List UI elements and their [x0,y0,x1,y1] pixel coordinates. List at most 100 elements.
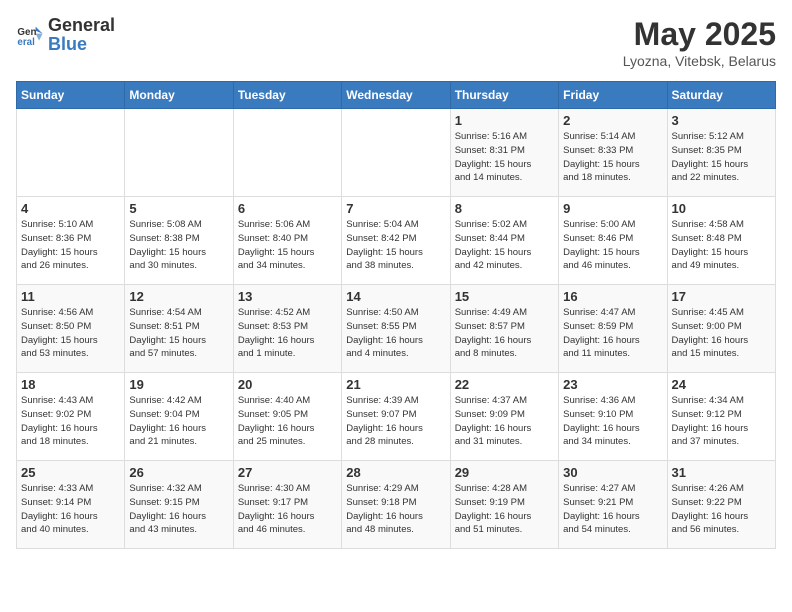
day-info-line: Sunrise: 5:02 AM [455,219,527,230]
day-info-line: Sunset: 8:51 PM [129,321,199,332]
day-info-line: Sunrise: 4:28 AM [455,483,527,494]
day-info-line: Daylight: 15 hours [672,159,749,170]
day-info-line: and 11 minutes. [563,348,630,359]
calendar-week-row: 18 Sunrise: 4:43 AMSunset: 9:02 PMDayligh… [17,373,776,461]
day-number: 11 [21,289,120,304]
day-info-line: Sunset: 8:33 PM [563,145,633,156]
calendar-day-cell: 3Sunrise: 5:12 AMSunset: 8:35 PMDaylight… [667,109,775,197]
day-number: 30 [563,465,662,480]
day-info: Sunrise: 5:08 AMSunset: 8:38 PMDaylight:… [129,218,228,273]
day-info-line: Daylight: 16 hours [455,335,532,346]
calendar-day-cell: 17Sunrise: 4:45 AMSunset: 9:00 PMDayligh… [667,285,775,373]
day-info-line: and 34 minutes. [563,436,631,447]
day-info-line: Daylight: 15 hours [21,247,98,258]
day-number: 18 [21,377,120,392]
day-info-line: Daylight: 15 hours [455,159,532,170]
weekday-header-saturday: Saturday [667,82,775,109]
day-info-line: and 54 minutes. [563,524,631,535]
day-number: 7 [346,201,445,216]
day-info-line: Daylight: 16 hours [21,423,98,434]
calendar-day-cell: 12Sunrise: 4:54 AMSunset: 8:51 PMDayligh… [125,285,233,373]
day-info-line: and 18 minutes. [563,172,631,183]
calendar-day-cell: 9Sunrise: 5:00 AMSunset: 8:46 PMDaylight… [559,197,667,285]
day-info-line: and 48 minutes. [346,524,414,535]
day-info-line: Sunrise: 4:43 AM [21,395,93,406]
calendar-day-cell: 4Sunrise: 5:10 AMSunset: 8:36 PMDaylight… [17,197,125,285]
month-year-heading: May 2025 [623,16,776,53]
day-info-line: Sunset: 8:55 PM [346,321,416,332]
day-info-line: Daylight: 16 hours [238,423,315,434]
title-block: May 2025 Lyozna, Vitebsk, Belarus [623,16,776,69]
day-info-line: Sunrise: 4:36 AM [563,395,635,406]
day-info-line: Sunrise: 4:33 AM [21,483,93,494]
day-info-line: and 46 minutes. [238,524,306,535]
day-info-line: and 22 minutes. [672,172,740,183]
calendar-day-cell: 11Sunrise: 4:56 AMSunset: 8:50 PMDayligh… [17,285,125,373]
day-info-line: Sunset: 9:14 PM [21,497,91,508]
calendar-day-cell: 30Sunrise: 4:27 AMSunset: 9:21 PMDayligh… [559,461,667,549]
day-number: 5 [129,201,228,216]
day-info-line: Sunset: 8:44 PM [455,233,525,244]
day-info-line: Daylight: 15 hours [238,247,315,258]
day-info: Sunrise: 5:12 AMSunset: 8:35 PMDaylight:… [672,130,771,185]
day-info: Sunrise: 4:52 AMSunset: 8:53 PMDaylight:… [238,306,337,361]
day-number: 28 [346,465,445,480]
day-number: 13 [238,289,337,304]
calendar-day-cell: 20Sunrise: 4:40 AMSunset: 9:05 PMDayligh… [233,373,341,461]
day-number: 27 [238,465,337,480]
weekday-header-sunday: Sunday [17,82,125,109]
day-info-line: and 1 minute. [238,348,296,359]
day-info-line: Sunrise: 5:16 AM [455,131,527,142]
day-info-line: and 25 minutes. [238,436,306,447]
day-info-line: Sunset: 9:04 PM [129,409,199,420]
day-info-line: and 46 minutes. [563,260,631,271]
day-info-line: Daylight: 15 hours [346,247,423,258]
day-info-line: Daylight: 16 hours [21,511,98,522]
day-info-line: and 37 minutes. [672,436,740,447]
day-info-line: Sunset: 8:38 PM [129,233,199,244]
calendar-day-cell: 23Sunrise: 4:36 AMSunset: 9:10 PMDayligh… [559,373,667,461]
day-info-line: Daylight: 16 hours [455,511,532,522]
day-info-line: Daylight: 16 hours [238,335,315,346]
day-info-line: and 8 minutes. [455,348,517,359]
day-number: 29 [455,465,554,480]
day-info-line: Sunrise: 4:27 AM [563,483,635,494]
day-info-line: Daylight: 15 hours [129,247,206,258]
day-info-line: and 42 minutes. [455,260,523,271]
day-number: 15 [455,289,554,304]
day-number: 17 [672,289,771,304]
calendar-day-cell: 25Sunrise: 4:33 AMSunset: 9:14 PMDayligh… [17,461,125,549]
day-number: 10 [672,201,771,216]
day-info-line: and 49 minutes. [672,260,740,271]
day-info-line: Sunset: 8:59 PM [563,321,633,332]
day-info: Sunrise: 4:49 AMSunset: 8:57 PMDaylight:… [455,306,554,361]
day-info-line: Sunset: 9:05 PM [238,409,308,420]
day-info: Sunrise: 5:14 AMSunset: 8:33 PMDaylight:… [563,130,662,185]
day-info-line: Sunset: 8:42 PM [346,233,416,244]
day-info-line: Sunset: 9:22 PM [672,497,742,508]
day-info-line: Daylight: 16 hours [346,423,423,434]
calendar-day-cell: 26Sunrise: 4:32 AMSunset: 9:15 PMDayligh… [125,461,233,549]
day-number: 2 [563,113,662,128]
calendar-day-cell [125,109,233,197]
day-info: Sunrise: 4:43 AMSunset: 9:02 PMDaylight:… [21,394,120,449]
logo-icon: Gen eral [16,21,44,49]
day-info-line: Daylight: 16 hours [563,423,640,434]
day-info-line: Sunset: 9:21 PM [563,497,633,508]
day-info: Sunrise: 4:32 AMSunset: 9:15 PMDaylight:… [129,482,228,537]
calendar-day-cell: 19Sunrise: 4:42 AMSunset: 9:04 PMDayligh… [125,373,233,461]
calendar-day-cell: 24Sunrise: 4:34 AMSunset: 9:12 PMDayligh… [667,373,775,461]
day-info: Sunrise: 4:30 AMSunset: 9:17 PMDaylight:… [238,482,337,537]
day-info: Sunrise: 4:47 AMSunset: 8:59 PMDaylight:… [563,306,662,361]
calendar-day-cell: 2 Sunrise: 5:14 AMSunset: 8:33 PMDaylight… [559,109,667,197]
day-info-line: Sunrise: 5:12 AM [672,131,744,142]
location-text: Lyozna, Vitebsk, Belarus [623,53,776,69]
calendar-day-cell: 1Sunrise: 5:16 AMSunset: 8:31 PMDaylight… [450,109,558,197]
day-info: Sunrise: 4:29 AMSunset: 9:18 PMDaylight:… [346,482,445,537]
calendar-week-row: 1Sunrise: 5:16 AMSunset: 8:31 PMDaylight… [17,109,776,197]
day-info-line: and 43 minutes. [129,524,197,535]
weekday-header-row: SundayMondayTuesdayWednesdayThursdayFrid… [17,82,776,109]
day-info-line: and 30 minutes. [129,260,197,271]
day-info-line: Sunrise: 4:37 AM [455,395,527,406]
day-info-line: Sunrise: 4:32 AM [129,483,201,494]
